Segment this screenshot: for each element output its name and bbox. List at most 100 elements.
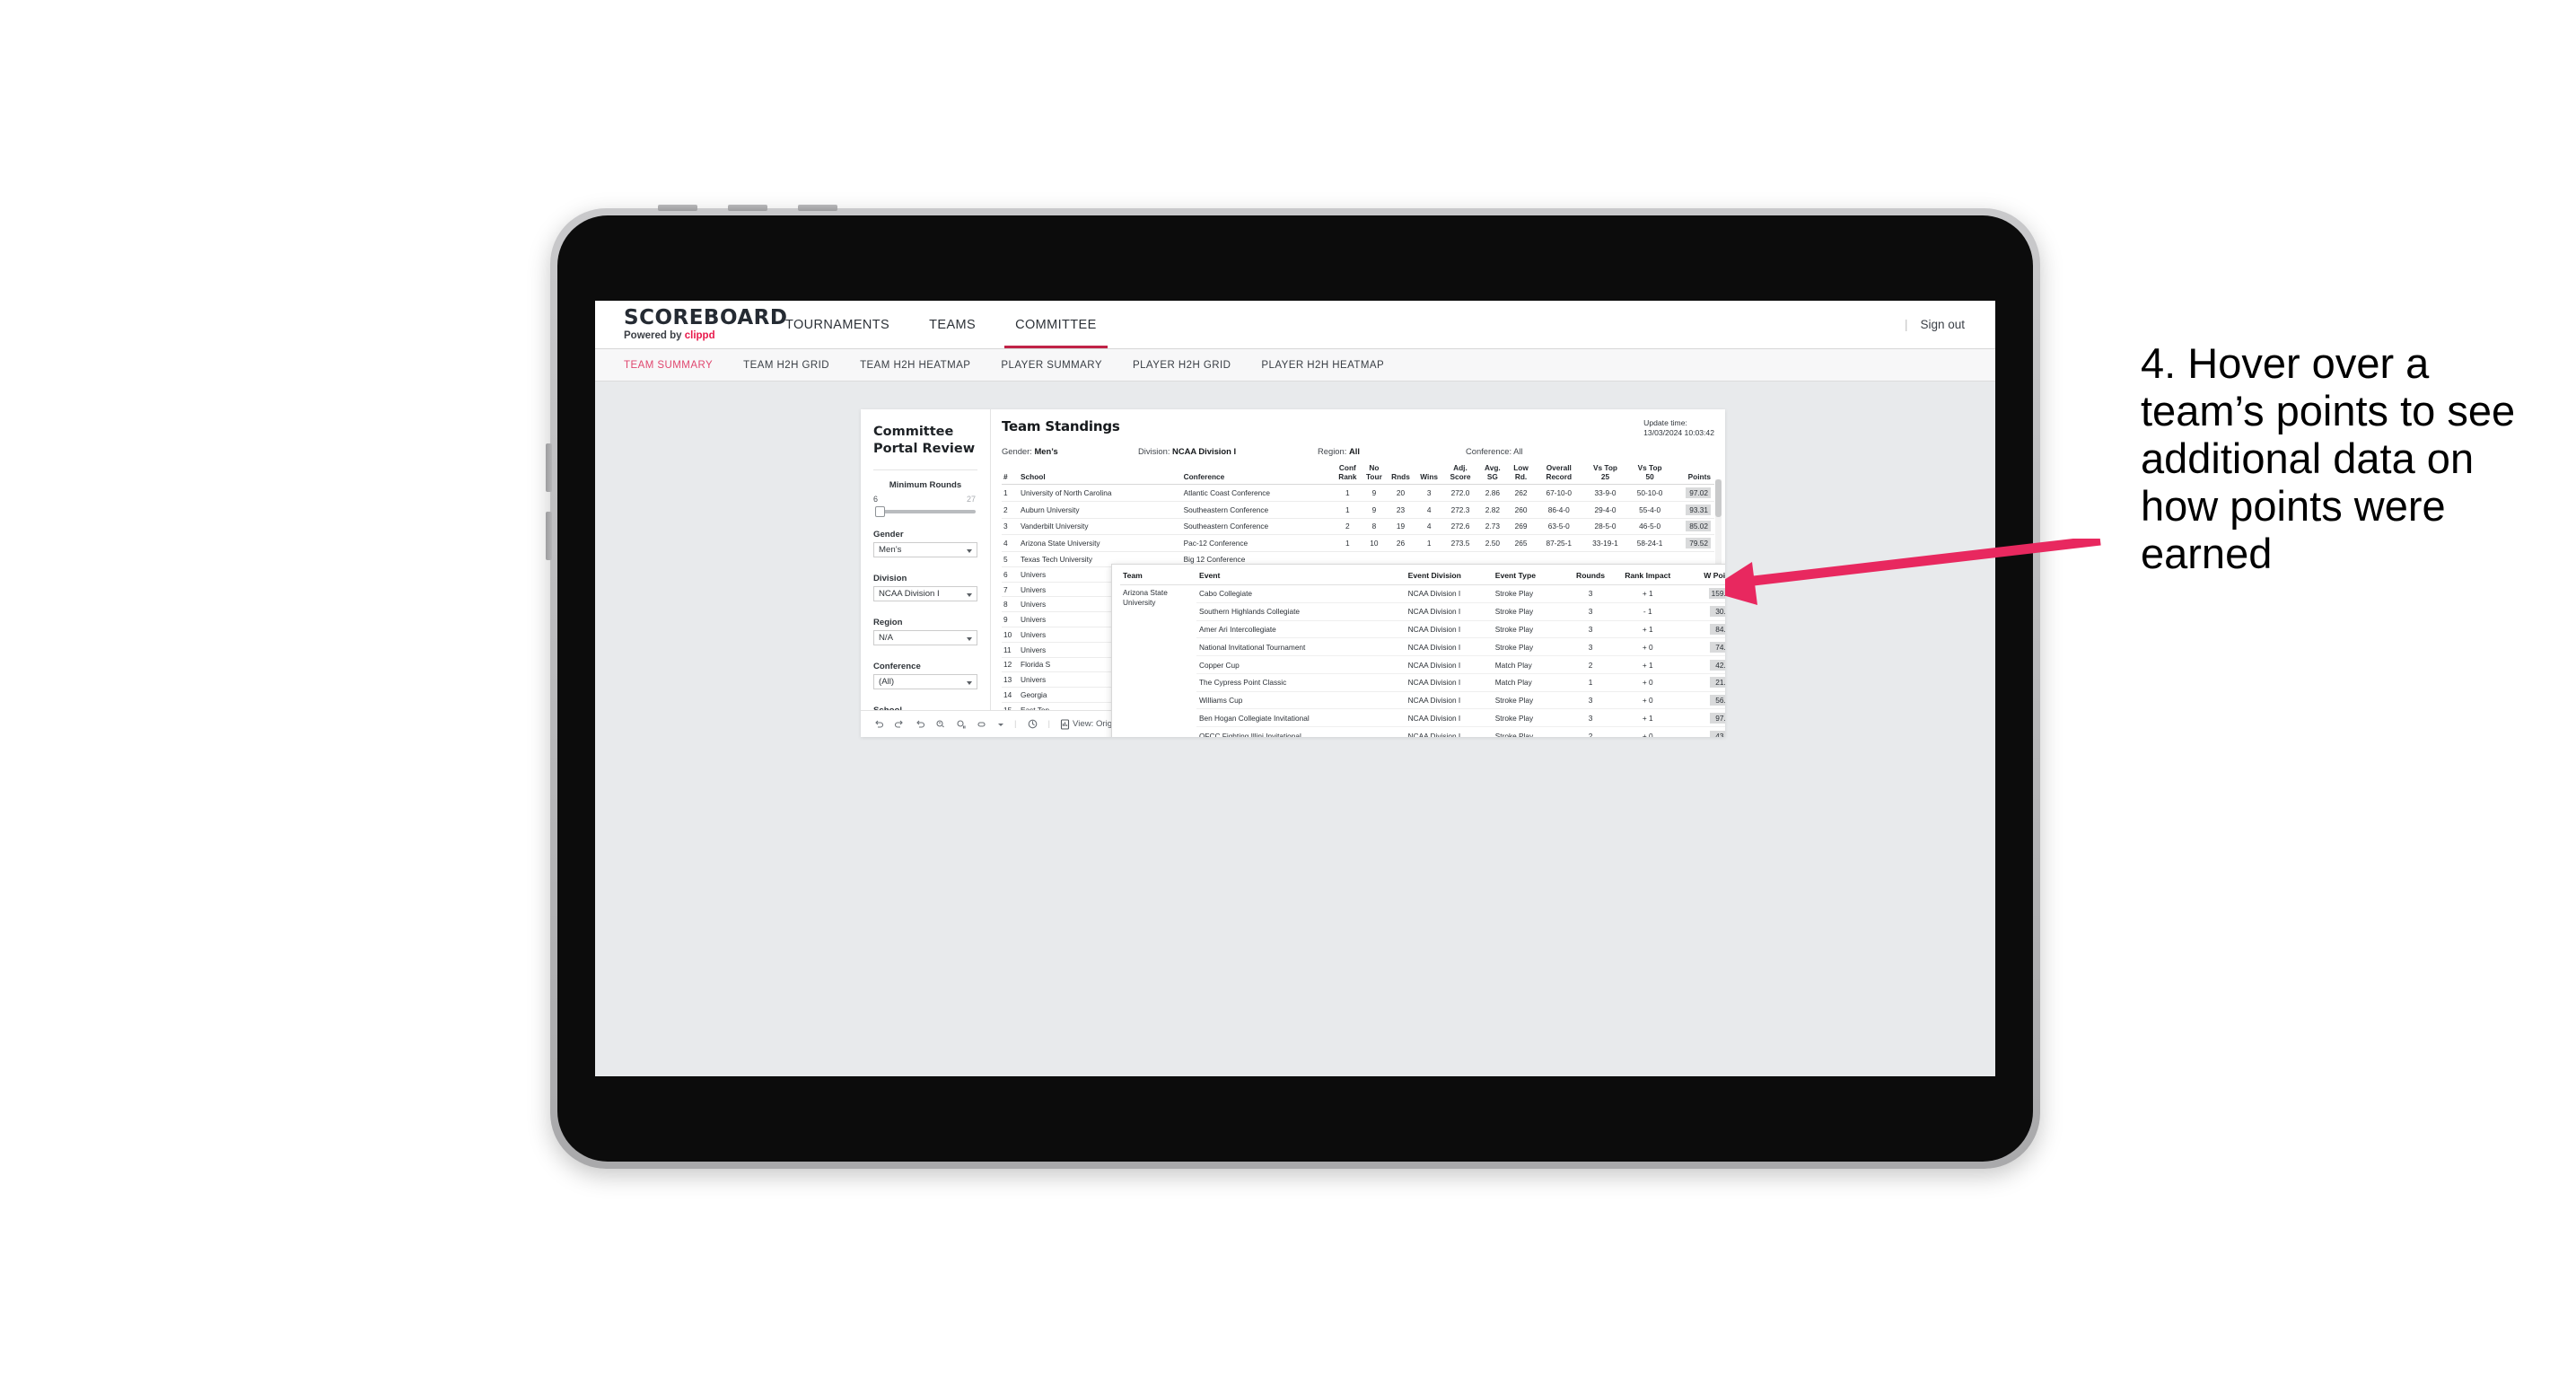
cell-points[interactable]: 85.02 [1672, 518, 1714, 536]
cell-rank: 5 [1002, 551, 1019, 567]
cell-points[interactable]: 93.31 [1672, 501, 1714, 519]
table-scrollbar-thumb[interactable] [1715, 479, 1722, 517]
cell-points[interactable]: 97.02 [1672, 484, 1714, 502]
brand-logo[interactable]: SCOREBOARD Powered by clippd [595, 301, 787, 348]
nav-item-committee[interactable]: COMMITTEE [995, 301, 1117, 348]
tooltip-w-points: 42.73 [1681, 655, 1725, 674]
tooltip-rounds: 3 [1566, 637, 1615, 657]
tooltip-event: National Invitational Tournament [1196, 637, 1406, 657]
cell-vs-top-25: 28-5-0 [1583, 518, 1627, 536]
col-ovr-l2: Record [1546, 471, 1573, 481]
tooltip-event: The Cypress Point Classic [1196, 673, 1406, 692]
chevron-down-icon[interactable] [997, 721, 1004, 728]
tooltip-w-points: 74.65 [1681, 637, 1725, 657]
tablet-top-button-2 [728, 205, 767, 211]
applied-region-value: All [1348, 446, 1360, 456]
cell-no-tour: 9 [1362, 484, 1387, 502]
tooltip-rounds: 3 [1566, 584, 1615, 603]
applied-division: Division: NCAA Division I [1138, 446, 1309, 456]
col-conference-l1: Conference [1183, 471, 1225, 481]
brand-subtitle: Powered by clippd [624, 329, 766, 342]
table-row[interactable]: 4 Arizona State University Pac-12 Conferen… [1002, 534, 1714, 553]
minimum-rounds-values: 6 27 [873, 493, 977, 505]
applied-division-value: NCAA Division I [1172, 446, 1237, 456]
applied-gender: Gender: Men’s [1002, 446, 1129, 456]
col-points[interactable]: Points [1672, 464, 1714, 485]
tt-col-event-type: Event Type [1492, 571, 1567, 585]
cell-vs-top-50: 50-10-0 [1626, 484, 1673, 502]
conference-filter: Conference (All) [873, 662, 977, 689]
portal-title: Committee Portal Review [873, 425, 976, 456]
region-select[interactable]: N/A [873, 630, 977, 645]
col-rnds[interactable]: Rnds [1386, 464, 1415, 485]
applied-region-label: Region: [1318, 446, 1347, 456]
cell-rnds: 19 [1386, 518, 1415, 536]
table-row[interactable]: 3 Vanderbilt University Southeastern Confe… [1002, 518, 1714, 536]
cell-vs-top-25: 29-4-0 [1583, 501, 1627, 519]
nav-item-teams[interactable]: TEAMS [909, 301, 995, 348]
col-wins[interactable]: Wins [1415, 464, 1443, 485]
cell-school: Auburn University [1019, 501, 1182, 519]
shape-icon[interactable] [977, 719, 987, 730]
tooltip-event: Williams Cup [1196, 691, 1406, 710]
brand-sub-prefix: Powered by [624, 330, 685, 341]
tab-team-summary[interactable]: TEAM SUMMARY [624, 360, 728, 371]
applied-gender-value: Men’s [1034, 446, 1058, 456]
filter-pane: Committee Portal Review Minimum Rounds 6… [861, 409, 991, 737]
slider-knob[interactable] [875, 506, 885, 517]
tab-team-h2h-grid[interactable]: TEAM H2H GRID [728, 360, 845, 371]
cell-rank: 7 [1002, 582, 1019, 598]
col-school[interactable]: School [1019, 464, 1182, 485]
col-vs-top-50[interactable]: Vs Top 50 [1626, 463, 1673, 485]
tab-player-h2h-heatmap[interactable]: PLAYER H2H HEATMAP [1246, 360, 1399, 371]
chevron-down-icon [967, 548, 972, 553]
tab-player-h2h-grid[interactable]: PLAYER H2H GRID [1117, 360, 1246, 371]
col-avg-sg[interactable]: Avg. SG [1476, 463, 1508, 485]
col-rank[interactable]: # [1002, 464, 1019, 485]
col-conf-rank[interactable]: Conf Rank [1333, 463, 1362, 485]
chevron-down-icon [967, 636, 972, 641]
cell-avg-sg: 2.50 [1476, 534, 1508, 553]
undo-icon[interactable] [873, 719, 884, 730]
col-no-tour-l1: No [1369, 463, 1380, 472]
annotation-arrow [1707, 539, 2101, 605]
minimum-rounds-slider[interactable] [875, 506, 976, 517]
pause-icon[interactable] [956, 719, 967, 730]
minimum-rounds-label: Minimum Rounds [889, 480, 962, 490]
col-overall-record[interactable]: Overall Record [1534, 463, 1584, 485]
col-low-rd[interactable]: Low Rd. [1507, 463, 1535, 485]
tooltip-rounds: 3 [1566, 620, 1615, 639]
col-no-tour[interactable]: No Tour [1362, 463, 1387, 485]
tooltip-rounds: 3 [1566, 691, 1615, 710]
tab-player-summary[interactable]: PLAYER SUMMARY [986, 360, 1117, 371]
col-conference[interactable]: Conference [1181, 464, 1334, 485]
cell-rank: 14 [1002, 687, 1019, 703]
tab-team-h2h-heatmap[interactable]: TEAM H2H HEATMAP [845, 360, 986, 371]
table-row[interactable]: 2 Auburn University Southeastern Conferenc… [1002, 501, 1714, 519]
tooltip-body: Arizona State University Cabo Collegiate N… [1120, 584, 1725, 737]
table-row[interactable]: 1 University of North Carolina Atlantic Co… [1002, 484, 1714, 502]
reset-icon[interactable] [1027, 718, 1038, 730]
chevron-down-icon [967, 592, 972, 597]
revert-icon[interactable] [915, 719, 925, 730]
tooltip-w-points: 56.66 [1681, 691, 1725, 710]
col-ovr-l1: Overall [1546, 463, 1572, 472]
col-adj-score[interactable]: Adj. Score [1442, 463, 1477, 485]
col-wins-l1: Wins [1420, 471, 1438, 481]
tooltip-row: Arizona State University Cabo Collegiate N… [1120, 584, 1725, 607]
cell-rank: 10 [1002, 627, 1019, 643]
tooltip-event-type: Stroke Play [1492, 726, 1567, 737]
nav-item-tournaments[interactable]: TOURNAMENTS [766, 301, 909, 348]
division-select[interactable]: NCAA Division I [873, 586, 977, 601]
col-vs-top-25[interactable]: Vs Top 25 [1583, 463, 1627, 485]
top-navigation-bar: SCOREBOARD Powered by clippd TOURNAMENTS… [595, 301, 1995, 349]
conference-select[interactable]: (All) [873, 674, 977, 689]
cell-vs-top-50: 46-5-0 [1626, 518, 1673, 536]
division-value: NCAA Division I [879, 589, 940, 599]
refresh-icon[interactable] [935, 719, 946, 730]
cell-rank: 9 [1002, 611, 1019, 628]
sign-out-button[interactable]: Sign out [1920, 318, 1965, 331]
gender-select[interactable]: Men’s [873, 542, 977, 557]
tooltip-w-points: 159.63 [1681, 584, 1725, 603]
redo-icon[interactable] [894, 719, 905, 730]
